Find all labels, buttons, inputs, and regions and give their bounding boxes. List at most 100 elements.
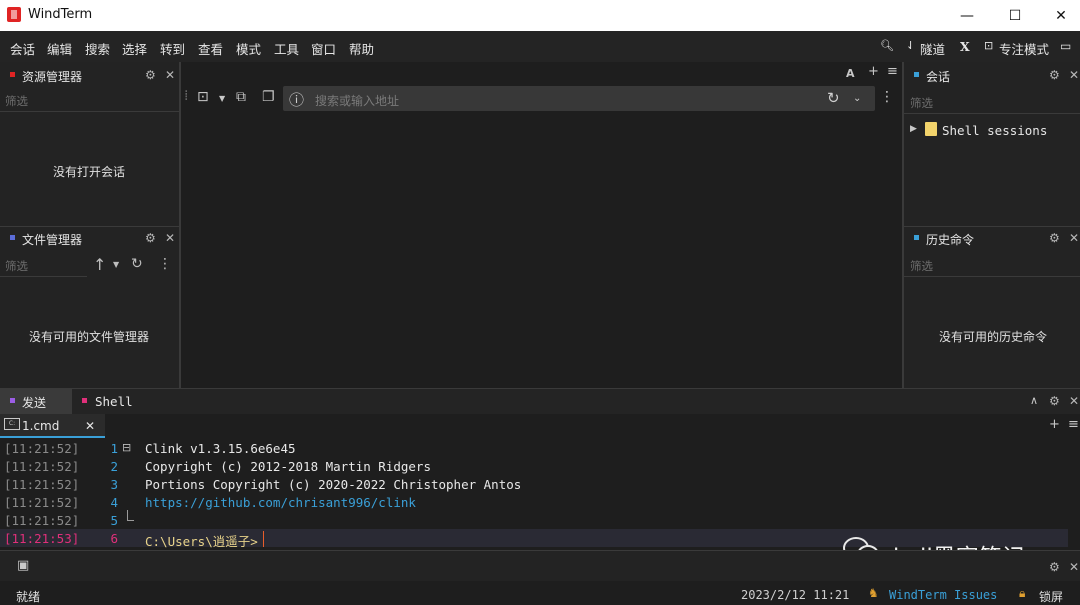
sessions-title: 会话 <box>926 70 951 84</box>
history-filter-underline <box>904 276 1080 277</box>
issues-icon: ♞ <box>868 586 879 600</box>
sessions-settings-icon[interactable]: ⚙ <box>1049 68 1060 82</box>
files-marker-icon <box>10 235 15 240</box>
terminal-line-text: Portions Copyright (c) 2020-2022 Christo… <box>145 477 522 492</box>
window-title: WindTerm <box>28 7 93 22</box>
shell-marker-icon <box>82 398 87 403</box>
terminal-line-text: Copyright (c) 2012-2018 Martin Ridgers <box>145 459 431 474</box>
tunnel-icon[interactable]: ⇃ <box>906 39 915 52</box>
explorer-filter-input[interactable]: 筛选 <box>5 93 28 109</box>
files-filter-input[interactable]: 筛选 <box>5 258 28 274</box>
explorer-settings-icon[interactable]: ⚙ <box>145 68 156 82</box>
lock-screen-button[interactable]: 锁屏 <box>1039 588 1063 605</box>
menu-bar: 会话 编辑 搜索 选择 转到 查看 模式 工具 窗口 帮助 🔍︎ ⇃ 隧道 X … <box>0 31 1080 62</box>
bottom-close-icon[interactable]: ✕ <box>1069 394 1079 408</box>
terminal-timestamp: [11:21:52] <box>4 459 80 474</box>
tree-expand-icon[interactable]: ▶ <box>910 124 917 134</box>
menu-mode[interactable]: 模式 <box>236 39 261 58</box>
focus-mode-button[interactable]: 专注模式 <box>999 39 1049 58</box>
info-icon: ⓘ <box>289 91 305 109</box>
explorer-close-icon[interactable]: ✕ <box>165 68 175 82</box>
terminal-timestamp-active: [11:21:53] <box>4 531 80 546</box>
tab-shell[interactable]: Shell <box>95 394 133 409</box>
menu-edit[interactable]: 编辑 <box>47 39 72 58</box>
sessions-marker-icon <box>914 72 919 77</box>
new-session-icon[interactable]: ⊡ <box>197 89 209 105</box>
output-panel-icon[interactable]: ▣ <box>17 558 29 573</box>
terminal-timestamp: [11:21:52] <box>4 441 80 456</box>
history-filter-input[interactable]: 筛选 <box>910 258 933 274</box>
dropdown-arrow-icon[interactable]: ▼ <box>113 260 119 269</box>
sessions-close-icon[interactable]: ✕ <box>1069 68 1079 82</box>
files-empty-text: 没有可用的文件管理器 <box>29 330 150 344</box>
reload-icon[interactable]: ↻ <box>827 89 840 107</box>
search-icon[interactable]: 🔍︎ <box>880 39 894 52</box>
menu-help[interactable]: 帮助 <box>349 39 374 58</box>
history-close-icon[interactable]: ✕ <box>1069 231 1079 245</box>
tree-item-shell-sessions[interactable]: Shell sessions <box>942 123 1047 138</box>
files-title: 文件管理器 <box>22 233 83 247</box>
sessions-bottom-divider <box>904 226 1080 227</box>
terminal-tab-bar <box>0 414 1080 438</box>
history-empty-text: 没有可用的历史命令 <box>939 330 1048 344</box>
history-marker-icon <box>914 235 919 240</box>
send-marker-icon <box>10 398 15 403</box>
terminal-timestamp: [11:21:52] <box>4 495 80 510</box>
tab-send-label: 发送 <box>22 396 47 410</box>
terminal-add-icon[interactable]: + <box>1049 417 1060 432</box>
app-logo-icon <box>7 7 21 22</box>
terminal-link[interactable]: https://github.com/chrisant996/clink <box>145 495 416 510</box>
menu-tools[interactable]: 工具 <box>274 39 299 58</box>
address-dropdown-icon[interactable]: ⌄ <box>853 93 861 104</box>
duplicate-icon[interactable]: ❐ <box>262 89 275 105</box>
maximize-button[interactable]: ☐ <box>992 0 1038 31</box>
explorer-title: 资源管理器 <box>22 70 83 84</box>
output-settings-icon[interactable]: ⚙ <box>1049 560 1060 574</box>
close-button[interactable]: ✕ <box>1038 0 1080 31</box>
refresh-icon[interactable]: ↻ <box>131 256 143 272</box>
cmd-icon: C: <box>4 418 20 430</box>
split-icon[interactable]: ⧉ <box>236 89 246 105</box>
history-settings-icon[interactable]: ⚙ <box>1049 231 1060 245</box>
bottom-settings-icon[interactable]: ⚙ <box>1049 394 1060 408</box>
terminal-line-number: 5 <box>110 513 118 528</box>
output-bar <box>0 551 1080 581</box>
menu-view[interactable]: 查看 <box>198 39 223 58</box>
sessions-filter-input[interactable]: 筛选 <box>910 95 933 111</box>
status-ready: 就绪 <box>16 590 41 604</box>
history-title: 历史命令 <box>926 233 975 247</box>
terminal-menu-icon[interactable]: ≡ <box>1068 417 1079 432</box>
files-settings-icon[interactable]: ⚙ <box>145 231 156 245</box>
terminal-tab-close-icon[interactable]: ✕ <box>85 419 95 433</box>
output-close-icon[interactable]: ✕ <box>1069 560 1079 574</box>
add-tab-icon[interactable]: + <box>868 64 879 79</box>
tab-menu-icon[interactable]: ≡ <box>887 64 898 79</box>
up-arrow-icon[interactable]: ↑ <box>93 255 106 274</box>
new-session-dropdown-icon[interactable]: ▼ <box>219 94 225 103</box>
menu-goto[interactable]: 转到 <box>160 39 185 58</box>
terminal-line-number: 4 <box>110 495 118 510</box>
address-more-icon[interactable]: ⋮ <box>880 89 894 105</box>
terminal-line-number: 2 <box>110 459 118 474</box>
layout-icon[interactable]: ▭ <box>1060 39 1071 53</box>
focus-icon[interactable]: ⊡ <box>984 39 993 52</box>
lock-icon[interactable]: 🔒︎ <box>1019 586 1025 601</box>
x-button[interactable]: X <box>960 39 970 54</box>
address-input[interactable]: 搜索或输入地址 <box>315 92 399 109</box>
tunnel-button[interactable]: 隧道 <box>920 39 945 58</box>
windterm-issues-link[interactable]: WindTerm Issues <box>889 588 997 602</box>
files-close-icon[interactable]: ✕ <box>165 231 175 245</box>
menu-session[interactable]: 会话 <box>10 39 35 58</box>
collapse-icon[interactable]: ∧ <box>1030 394 1038 407</box>
menu-select[interactable]: 选择 <box>122 39 147 58</box>
title-bar: WindTerm — ☐ ✕ <box>0 0 1080 31</box>
font-size-icon[interactable]: A <box>846 67 855 80</box>
menu-window[interactable]: 窗口 <box>311 39 336 58</box>
fold-end-marker <box>127 510 134 521</box>
sessions-filter-underline <box>904 113 1080 114</box>
fold-icon[interactable]: ⊟ <box>122 441 131 454</box>
minimize-button[interactable]: — <box>944 0 990 31</box>
terminal-line-number: 3 <box>110 477 118 492</box>
more-vertical-icon[interactable]: ⋮ <box>158 256 172 272</box>
menu-search[interactable]: 搜索 <box>85 39 110 58</box>
